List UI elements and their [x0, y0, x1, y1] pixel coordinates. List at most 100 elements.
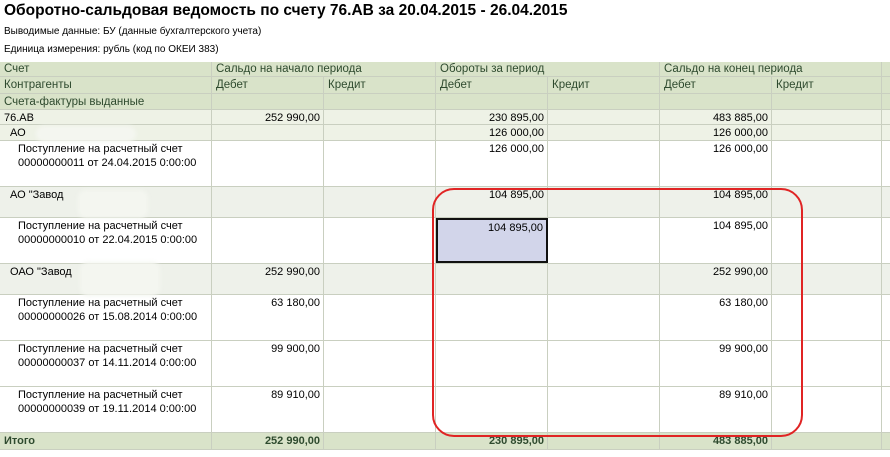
- cell-opening-debit[interactable]: [212, 125, 324, 140]
- cell-turnover-credit[interactable]: [548, 387, 660, 432]
- report-title: Оборотно-сальдовая ведомость по счету 76…: [4, 2, 568, 19]
- table-row-document[interactable]: Поступление на расчетный счет 0000000001…: [0, 141, 890, 187]
- row-label[interactable]: Поступление на расчетный счет 0000000002…: [0, 295, 212, 340]
- column-header-opening: Сальдо на начало периода: [212, 62, 436, 76]
- table-cell: [882, 341, 890, 386]
- cell-turnover-debit[interactable]: 126 000,00: [436, 125, 548, 140]
- cell-opening-debit[interactable]: 99 900,00: [212, 341, 324, 386]
- cell-closing-credit[interactable]: [772, 110, 882, 124]
- cell-closing-credit[interactable]: [772, 341, 882, 386]
- cell-closing-debit[interactable]: 104 895,00: [660, 218, 772, 263]
- table-cell: [882, 125, 890, 140]
- column-header-turnover-debit: Дебет: [436, 77, 548, 93]
- cell-opening-credit[interactable]: [324, 125, 436, 140]
- cell-turnover-debit[interactable]: [436, 387, 548, 432]
- column-header-turnover: Обороты за период: [436, 62, 660, 76]
- cell-closing-debit[interactable]: 126 000,00: [660, 125, 772, 140]
- table-header-row: Счет Сальдо на начало периода Обороты за…: [0, 62, 890, 77]
- cell-opening-credit[interactable]: [324, 187, 436, 217]
- cell-opening-debit[interactable]: 252 990,00: [212, 264, 324, 294]
- cell-turnover-credit[interactable]: [548, 264, 660, 294]
- cell-turnover-debit-selected[interactable]: 104 895,00: [436, 218, 548, 263]
- cell-turnover-debit[interactable]: 126 000,00: [436, 141, 548, 186]
- cell-opening-credit[interactable]: [324, 341, 436, 386]
- table-cell: [882, 110, 890, 124]
- cell-turnover-credit[interactable]: [548, 110, 660, 124]
- cell-closing-debit[interactable]: 483 885,00: [660, 110, 772, 124]
- row-label[interactable]: Поступление на расчетный счет 0000000003…: [0, 387, 212, 432]
- table-cell: [882, 295, 890, 340]
- total-opening-debit[interactable]: 252 990,00: [212, 433, 324, 449]
- cell-opening-credit[interactable]: [324, 110, 436, 124]
- row-label[interactable]: Поступление на расчетный счет 0000000001…: [0, 141, 212, 186]
- cell-opening-debit[interactable]: [212, 187, 324, 217]
- table-cell: [882, 187, 890, 217]
- table-cell: [882, 387, 890, 432]
- column-header-account: Счет: [0, 62, 212, 76]
- table-cell: [548, 94, 660, 109]
- cell-closing-credit[interactable]: [772, 125, 882, 140]
- report-param-unit: Единица измерения: рубль (код по ОКЕИ 38…: [4, 44, 219, 55]
- total-turnover-debit[interactable]: 230 895,00: [436, 433, 548, 449]
- table-row-document[interactable]: Поступление на расчетный счет 0000000003…: [0, 387, 890, 433]
- cell-closing-credit[interactable]: [772, 264, 882, 294]
- cell-turnover-debit[interactable]: 104 895,00: [436, 187, 548, 217]
- cell-closing-credit[interactable]: [772, 295, 882, 340]
- table-cell: [882, 77, 890, 93]
- row-label[interactable]: 76.АВ: [0, 110, 212, 124]
- total-opening-credit[interactable]: [324, 433, 436, 449]
- table-row-total[interactable]: Итого 252 990,00 230 895,00 483 885,00: [0, 433, 890, 450]
- table-header-row: Контрагенты Дебет Кредит Дебет Кредит Де…: [0, 77, 890, 94]
- cell-opening-debit[interactable]: 89 910,00: [212, 387, 324, 432]
- cell-closing-credit[interactable]: [772, 141, 882, 186]
- cell-turnover-debit[interactable]: [436, 295, 548, 340]
- cell-closing-debit[interactable]: 89 910,00: [660, 387, 772, 432]
- total-closing-debit[interactable]: 483 885,00: [660, 433, 772, 449]
- cell-opening-credit[interactable]: [324, 387, 436, 432]
- cell-opening-debit[interactable]: [212, 141, 324, 186]
- table-cell: [212, 94, 324, 109]
- cell-turnover-credit[interactable]: [548, 295, 660, 340]
- cell-turnover-debit[interactable]: 230 895,00: [436, 110, 548, 124]
- cell-turnover-credit[interactable]: [548, 187, 660, 217]
- cell-closing-debit[interactable]: 99 900,00: [660, 341, 772, 386]
- cell-closing-credit[interactable]: [772, 187, 882, 217]
- cell-turnover-credit[interactable]: [548, 141, 660, 186]
- cell-closing-debit[interactable]: 104 895,00: [660, 187, 772, 217]
- total-turnover-credit[interactable]: [548, 433, 660, 449]
- cell-opening-credit[interactable]: [324, 264, 436, 294]
- row-label[interactable]: Поступление на расчетный счет 0000000003…: [0, 341, 212, 386]
- total-label: Итого: [0, 433, 212, 449]
- table-row-document[interactable]: Поступление на расчетный счет 0000000003…: [0, 341, 890, 387]
- column-header-opening-credit: Кредит: [324, 77, 436, 93]
- column-header-counterparties: Контрагенты: [0, 77, 212, 93]
- cell-turnover-credit[interactable]: [548, 125, 660, 140]
- column-header-closing-credit: Кредит: [772, 77, 882, 93]
- row-label[interactable]: Поступление на расчетный счет 0000000001…: [0, 218, 212, 263]
- cell-closing-debit[interactable]: 63 180,00: [660, 295, 772, 340]
- table-cell: [882, 94, 890, 109]
- total-closing-credit[interactable]: [772, 433, 882, 449]
- cell-closing-credit[interactable]: [772, 387, 882, 432]
- table-cell: [882, 264, 890, 294]
- cell-opening-credit[interactable]: [324, 218, 436, 263]
- column-header-invoices: Счета-фактуры выданные: [0, 94, 212, 109]
- cell-turnover-credit[interactable]: [548, 218, 660, 263]
- cell-closing-debit[interactable]: 126 000,00: [660, 141, 772, 186]
- cell-turnover-debit[interactable]: [436, 264, 548, 294]
- table-row-document[interactable]: Поступление на расчетный счет 0000000001…: [0, 218, 890, 264]
- table-cell: [436, 94, 548, 109]
- cell-opening-debit[interactable]: 252 990,00: [212, 110, 324, 124]
- table-row-account[interactable]: 76.АВ 252 990,00 230 895,00 483 885,00: [0, 110, 890, 125]
- cell-opening-debit[interactable]: 63 180,00: [212, 295, 324, 340]
- cell-opening-credit[interactable]: [324, 141, 436, 186]
- cell-turnover-debit[interactable]: [436, 341, 548, 386]
- cell-opening-debit[interactable]: [212, 218, 324, 263]
- table-row-document[interactable]: Поступление на расчетный счет 0000000002…: [0, 295, 890, 341]
- cell-closing-credit[interactable]: [772, 218, 882, 263]
- report-param-data: Выводимые данные: БУ (данные бухгалтерск…: [4, 26, 262, 37]
- cell-opening-credit[interactable]: [324, 295, 436, 340]
- cell-closing-debit[interactable]: 252 990,00: [660, 264, 772, 294]
- cell-turnover-credit[interactable]: [548, 341, 660, 386]
- column-header-closing-debit: Дебет: [660, 77, 772, 93]
